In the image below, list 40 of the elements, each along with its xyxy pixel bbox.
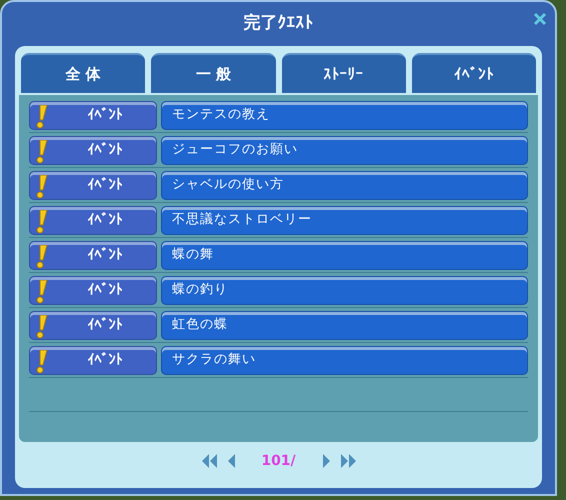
category-button[interactable]: ｲﾍﾞﾝﾄ: [29, 170, 157, 200]
exclamation-icon: [36, 104, 48, 128]
double-left-arrow-icon: [200, 454, 218, 468]
left-arrow-icon: [226, 454, 236, 468]
quest-title-button[interactable]: モンテスの教え: [161, 100, 528, 130]
exclamation-icon: [36, 314, 48, 338]
exclamation-icon: [36, 174, 48, 198]
last-page-button[interactable]: [338, 454, 356, 468]
exclamation-icon: [36, 210, 48, 234]
tab[interactable]: 一 般: [151, 53, 276, 93]
category-button[interactable]: ｲﾍﾞﾝﾄ: [29, 240, 157, 270]
next-page-button[interactable]: [322, 454, 330, 468]
quest-title-button[interactable]: 蝶の舞: [161, 240, 528, 270]
category-button[interactable]: ｲﾍﾞﾝﾄ: [29, 346, 157, 374]
exclamation-icon: [36, 280, 48, 304]
exclamation-icon: [36, 350, 48, 374]
quest-title-button[interactable]: ジューコフのお願い: [161, 136, 528, 164]
right-arrow-icon: [322, 454, 330, 468]
category-button[interactable]: ｲﾍﾞﾝﾄ: [29, 206, 157, 234]
double-right-arrow-icon: [338, 454, 356, 468]
quest-title-button[interactable]: サクラの舞い: [161, 346, 528, 374]
close-icon: [533, 12, 547, 26]
category-button[interactable]: ｲﾍﾞﾝﾄ: [29, 136, 157, 164]
category-button[interactable]: ｲﾍﾞﾝﾄ: [29, 100, 157, 130]
previous-page-button[interactable]: [226, 454, 236, 468]
quest-title-button[interactable]: シャベルの使い方: [161, 170, 528, 200]
tab[interactable]: ｲﾍﾞﾝﾄ: [412, 53, 536, 93]
first-page-button[interactable]: [200, 454, 218, 468]
window-title: 完了ｸｴｽﾄ: [244, 12, 314, 36]
exclamation-icon: [36, 244, 48, 268]
category-button[interactable]: ｲﾍﾞﾝﾄ: [29, 310, 157, 340]
quest-title-button[interactable]: 不思議なストロベリー: [161, 206, 528, 234]
tab[interactable]: 全 体: [21, 53, 146, 93]
page-number: 101/: [260, 452, 297, 470]
category-button[interactable]: ｲﾍﾞﾝﾄ: [29, 276, 157, 304]
close-button[interactable]: [531, 10, 549, 28]
quest-title-button[interactable]: 虹色の蝶: [161, 310, 528, 340]
quest-title-button[interactable]: 蝶の釣り: [161, 276, 528, 304]
exclamation-icon: [36, 140, 48, 164]
tab[interactable]: ｽﾄｰﾘｰ: [282, 53, 406, 93]
